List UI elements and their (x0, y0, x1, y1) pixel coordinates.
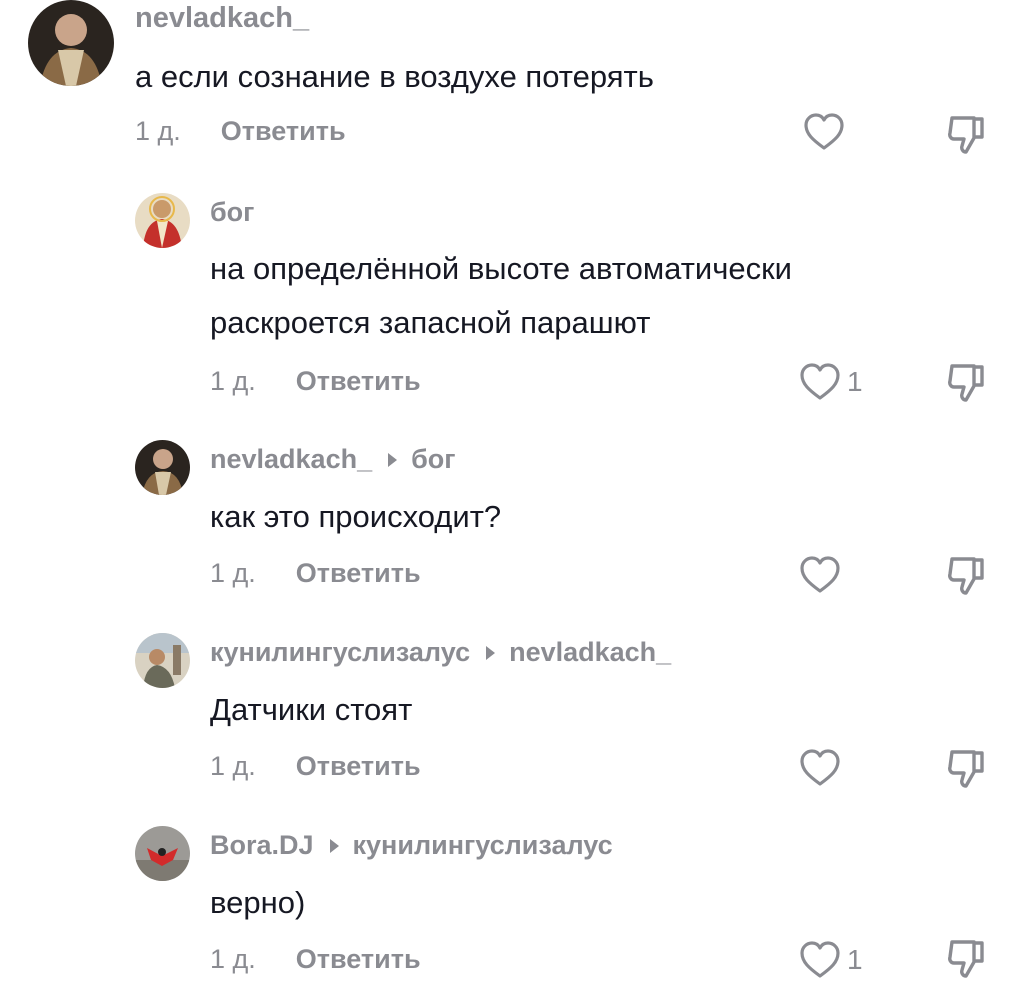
thumbs-down-icon (948, 940, 984, 978)
username-text[interactable]: Bora.DJ (210, 830, 314, 861)
comment-timestamp: 1 д. (210, 944, 256, 974)
like-count: 1 (847, 944, 863, 975)
comment-username[interactable]: Bora.DJ кунилингуслизалус (210, 830, 613, 861)
like-button[interactable]: 1 (799, 940, 863, 980)
dislike-button[interactable] (944, 936, 990, 982)
comment-meta: 1 д. Ответить (210, 944, 421, 975)
comment-reply: Bora.DJ кунилингуслизалус верно) 1 д. От… (0, 0, 1024, 979)
reply-to-username[interactable]: кунилингуслизалус (353, 830, 613, 861)
heart-icon (800, 941, 840, 978)
reply-button[interactable]: Ответить (296, 944, 421, 975)
comment-text: верно) (210, 876, 305, 930)
avatar[interactable] (135, 826, 190, 881)
comment-text-line: верно) (210, 885, 306, 920)
caret-right-icon (329, 838, 339, 853)
